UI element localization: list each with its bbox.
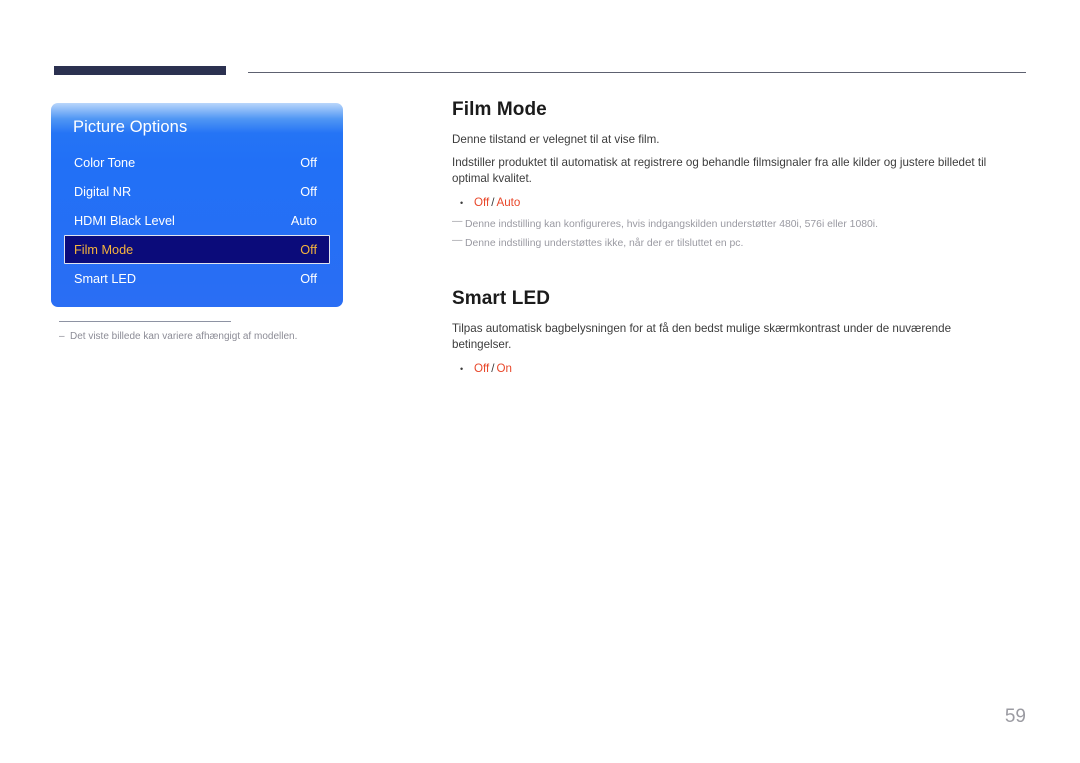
osd-row-smart-led[interactable]: Smart LED Off	[64, 264, 330, 293]
osd-row-color-tone[interactable]: Color Tone Off	[64, 148, 330, 177]
option-separator: /	[491, 195, 495, 209]
osd-panel: Picture Options Color Tone Off Digital N…	[51, 103, 343, 307]
osd-row-value: Off	[300, 184, 317, 199]
section-subnote: — Denne indstilling kan konfigureres, hv…	[452, 215, 998, 233]
section-subnote-text: Denne indstilling understøttes ikke, når…	[465, 238, 744, 249]
osd-row-film-mode[interactable]: Film Mode Off	[64, 235, 330, 264]
option-separator: /	[491, 361, 495, 375]
osd-row-value: Off	[300, 155, 317, 170]
osd-row-value: Off	[300, 271, 317, 286]
osd-note-divider	[59, 321, 231, 322]
bullet-dot: •	[460, 197, 464, 208]
option-value-off: Off	[474, 361, 490, 375]
osd-panel-title: Picture Options	[73, 118, 188, 136]
dash-marker: –	[59, 331, 65, 342]
bullet-dot: •	[460, 363, 464, 374]
content-column: Film Mode Denne tilstand er velegnet til…	[452, 99, 998, 383]
osd-row-value: Auto	[290, 213, 317, 228]
dash-marker: —	[452, 215, 463, 227]
section-paragraph: Denne tilstand er velegnet til at vise f…	[452, 133, 660, 146]
osd-caption-text: Det viste billede kan variere afhængigt …	[70, 331, 298, 342]
section-paragraph: Indstiller produktet til automatisk at r…	[452, 155, 987, 186]
osd-illustration: Picture Options Color Tone Off Digital N…	[51, 103, 343, 344]
section-subnote: — Denne indstilling understøttes ikke, n…	[452, 235, 998, 252]
option-bullet-film-mode: • Off / Auto	[452, 195, 998, 211]
osd-row-label: Digital NR	[74, 184, 132, 199]
osd-row-hdmi-black-level[interactable]: HDMI Black Level Auto	[64, 206, 330, 235]
osd-row-value: Off	[300, 242, 317, 257]
option-value-on: On	[496, 361, 512, 375]
section-subnote-text: Denne indstilling kan konfigureres, hvis…	[465, 218, 878, 230]
section-title-film-mode: Film Mode	[452, 99, 547, 120]
osd-caption: – Det viste billede kan variere afhængig…	[59, 330, 343, 344]
osd-row-label: HDMI Black Level	[74, 213, 175, 228]
option-value-auto: Auto	[496, 195, 521, 209]
osd-row-label: Film Mode	[74, 242, 134, 257]
osd-row-label: Smart LED	[74, 271, 137, 286]
dash-marker: —	[452, 235, 463, 246]
osd-row-digital-nr[interactable]: Digital NR Off	[64, 177, 330, 206]
osd-row-label: Color Tone	[74, 155, 136, 170]
option-bullet-smart-led: • Off / On	[452, 361, 998, 377]
section-paragraph: Tilpas automatisk bagbelysningen for at …	[452, 321, 952, 352]
option-value-off: Off	[474, 195, 490, 209]
section-title-smart-led: Smart LED	[452, 287, 551, 309]
page-header-rule	[54, 66, 1026, 78]
page-number: 59	[1004, 706, 1026, 727]
header-accent-bar	[54, 66, 226, 75]
header-thin-line	[248, 72, 1026, 73]
